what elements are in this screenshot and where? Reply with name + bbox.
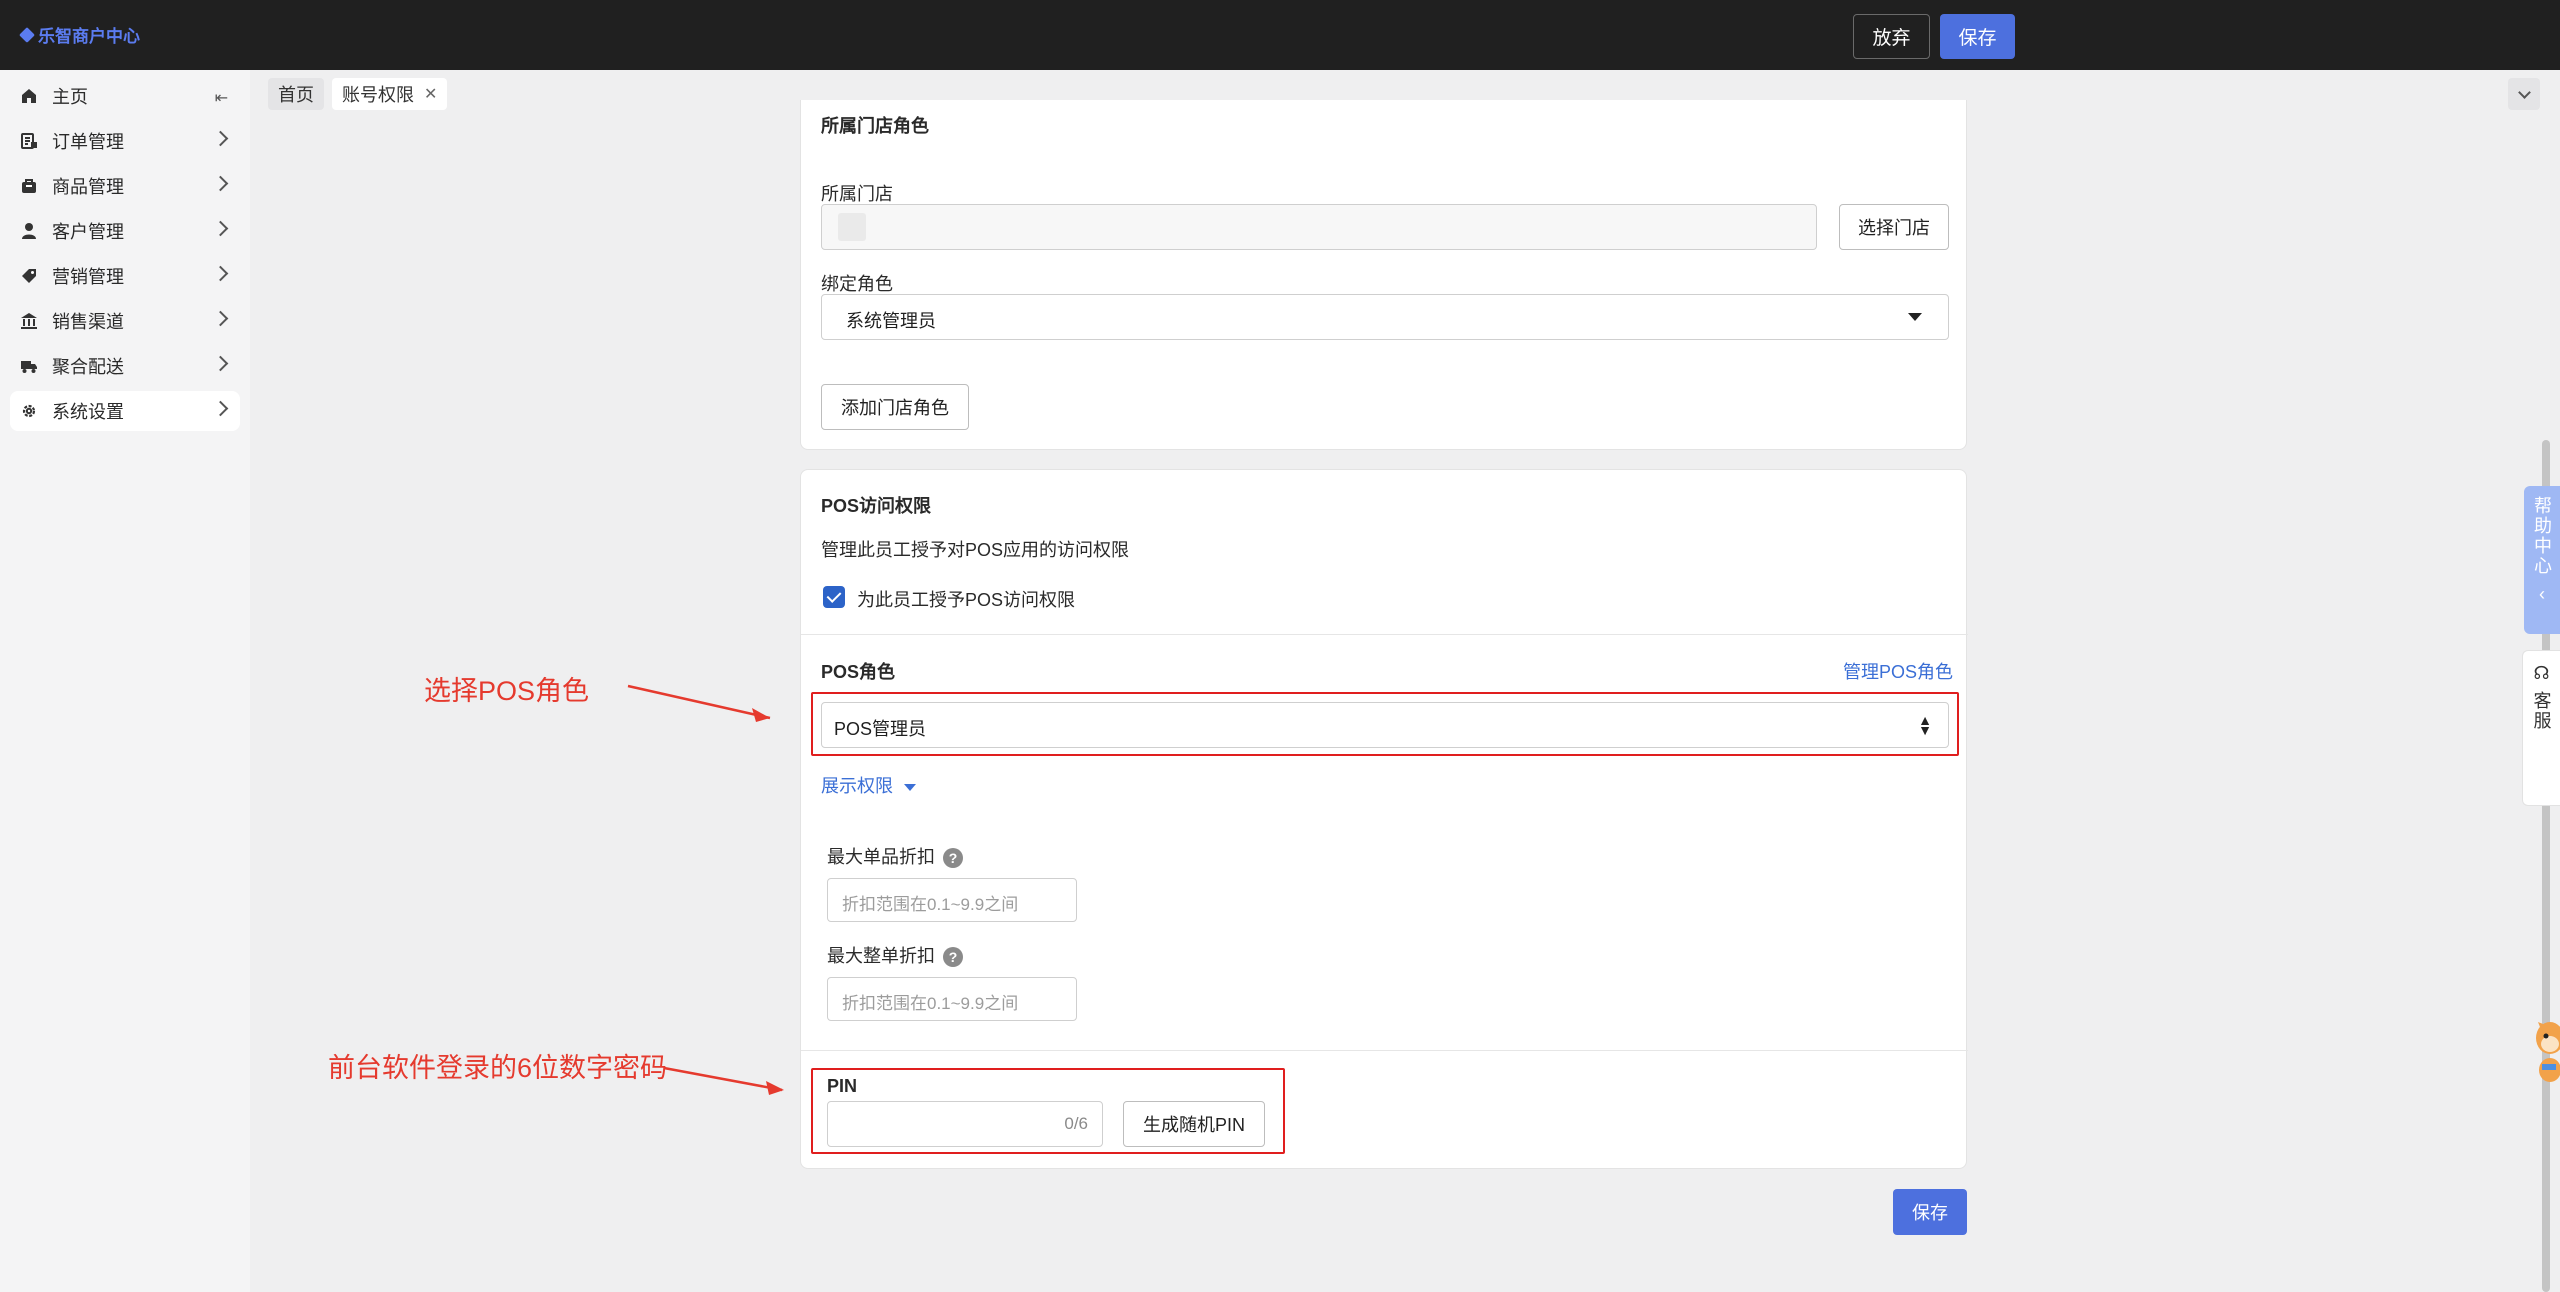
tab-label: 账号权限 (342, 85, 414, 105)
max-order-discount-input[interactable]: 折扣范围在0.1~9.9之间 (827, 977, 1077, 1021)
tab-label: 首页 (278, 85, 314, 105)
store-role-card: 所属门店角色 所属门店 选择门店 绑定角色 系统管理员 添加门店角色 (800, 100, 1967, 450)
pos-section-title: POS访问权限 (821, 496, 932, 516)
annotation-pin: 前台软件登录的6位数字密码 (328, 1053, 668, 1083)
manage-pos-roles-link[interactable]: 管理POS角色 (1843, 658, 1953, 684)
sidebar-item-home[interactable]: 主页 ⇤ (10, 76, 240, 116)
role-select-value: 系统管理员 (846, 311, 936, 331)
customer-service-label: 客服 (2531, 691, 2552, 731)
divider (801, 634, 1968, 635)
sidebar-item-label: 聚合配送 (52, 357, 124, 377)
mascot-icon[interactable] (2528, 1008, 2560, 1088)
collapse-sidebar-icon[interactable]: ⇤ (215, 88, 228, 108)
role-select[interactable]: 系统管理员 (821, 294, 1949, 340)
chevron-right-icon (212, 310, 229, 327)
store-field[interactable] (821, 204, 1817, 250)
sidebar-item-customers[interactable]: 客户管理 (10, 211, 240, 251)
sidebar-item-products[interactable]: 商品管理 (10, 166, 240, 206)
pos-grant-label: 为此员工授予POS访问权限 (857, 590, 1076, 610)
chevron-right-icon (212, 175, 229, 192)
sidebar-item-label: 系统设置 (52, 402, 124, 422)
add-store-role-button[interactable]: 添加门店角色 (821, 384, 969, 430)
max-order-discount-placeholder: 折扣范围在0.1~9.9之间 (842, 994, 1019, 1013)
sidebar-item-label: 订单管理 (52, 132, 124, 152)
max-item-discount-input[interactable]: 折扣范围在0.1~9.9之间 (827, 878, 1077, 922)
help-center-tab[interactable]: 帮助中心 ‹ (2524, 486, 2560, 634)
save-button-top[interactable]: 保存 (1940, 14, 2015, 59)
order-icon (20, 132, 38, 150)
sidebar-item-label: 主页 (52, 87, 88, 107)
save-button-bottom[interactable]: 保存 (1893, 1189, 1967, 1235)
sidebar-item-label: 销售渠道 (52, 312, 124, 332)
caret-down-icon (1908, 313, 1922, 321)
tag-icon (20, 267, 38, 285)
customer-service-tab[interactable]: ☊ 客服 (2522, 650, 2560, 806)
show-permissions-link[interactable]: 展示权限 (821, 772, 917, 798)
max-item-discount-row: 最大单品折扣? (827, 843, 963, 869)
store-placeholder-block (838, 213, 866, 241)
annotation-box-pos-role (811, 692, 1959, 756)
store-label: 所属门店 (821, 184, 893, 204)
max-item-discount-placeholder: 折扣范围在0.1~9.9之间 (842, 895, 1019, 914)
max-item-discount-label: 最大单品折扣 (827, 847, 935, 867)
caret-down-icon (904, 783, 917, 791)
pos-role-label: POS角色 (821, 662, 896, 682)
tab-home[interactable]: 首页 (268, 78, 324, 110)
help-icon[interactable]: ? (943, 848, 963, 869)
max-order-discount-label: 最大整单折扣 (827, 946, 935, 966)
sidebar-item-delivery[interactable]: 聚合配送 (10, 346, 240, 386)
truck-icon (20, 357, 38, 375)
sidebar-item-label: 商品管理 (52, 177, 124, 197)
max-order-discount-row: 最大整单折扣? (827, 942, 963, 968)
role-label: 绑定角色 (821, 274, 893, 294)
logo[interactable]: 乐智商户中心 (19, 22, 140, 47)
tab-bar: 首页 账号权限 ✕ (268, 78, 448, 110)
user-icon (20, 222, 38, 240)
logo-icon (19, 26, 35, 43)
chevron-right-icon (212, 355, 229, 372)
chevron-left-icon: ‹ (2539, 584, 2545, 604)
logo-text: 乐智商户中心 (38, 27, 140, 46)
annotation-arrow-icon (627, 684, 771, 722)
select-store-button[interactable]: 选择门店 (1839, 204, 1949, 250)
discard-button[interactable]: 放弃 (1853, 14, 1930, 59)
help-center-label: 帮助中心 (2532, 496, 2552, 576)
section-title: 所属门店角色 (821, 116, 929, 136)
chevron-right-icon (212, 220, 229, 237)
tab-dropdown-button[interactable] (2508, 78, 2540, 110)
annotation-arrow-icon (663, 1066, 784, 1095)
home-icon (20, 87, 38, 105)
chevron-right-icon (212, 400, 229, 417)
sidebar-item-sales-channels[interactable]: 销售渠道 (10, 301, 240, 341)
chevron-right-icon (212, 130, 229, 147)
sidebar-item-label: 客户管理 (52, 222, 124, 242)
bank-icon (20, 312, 38, 330)
sidebar-item-settings[interactable]: 系统设置 (10, 391, 240, 431)
sidebar-item-label: 营销管理 (52, 267, 124, 287)
pos-description: 管理此员工授予对POS应用的访问权限 (821, 540, 1130, 560)
help-icon[interactable]: ? (943, 947, 963, 968)
sidebar-item-orders[interactable]: 订单管理 (10, 121, 240, 161)
headset-icon: ☊ (2533, 663, 2550, 683)
chevron-down-icon (2517, 85, 2531, 99)
sidebar: 主页 ⇤ 订单管理 商品管理 客户管理 营销管理 销售渠道 聚合配送 系统设置 (0, 70, 250, 1292)
tab-account-permissions[interactable]: 账号权限 ✕ (332, 78, 448, 110)
pos-grant-checkbox[interactable] (823, 586, 845, 608)
chevron-right-icon (212, 265, 229, 282)
annotation-pos-role: 选择POS角色 (424, 676, 590, 706)
sidebar-item-marketing[interactable]: 营销管理 (10, 256, 240, 296)
close-icon[interactable]: ✕ (424, 84, 437, 104)
gear-icon (20, 402, 38, 420)
pos-access-card: POS访问权限 管理此员工授予对POS应用的访问权限 为此员工授予POS访问权限… (800, 469, 1968, 1169)
top-bar: 乐智商户中心 放弃 保存 (0, 0, 2560, 70)
show-permissions-text: 展示权限 (821, 776, 893, 796)
annotation-box-pin (811, 1068, 1285, 1154)
divider (801, 1050, 1968, 1051)
product-icon (20, 177, 38, 195)
